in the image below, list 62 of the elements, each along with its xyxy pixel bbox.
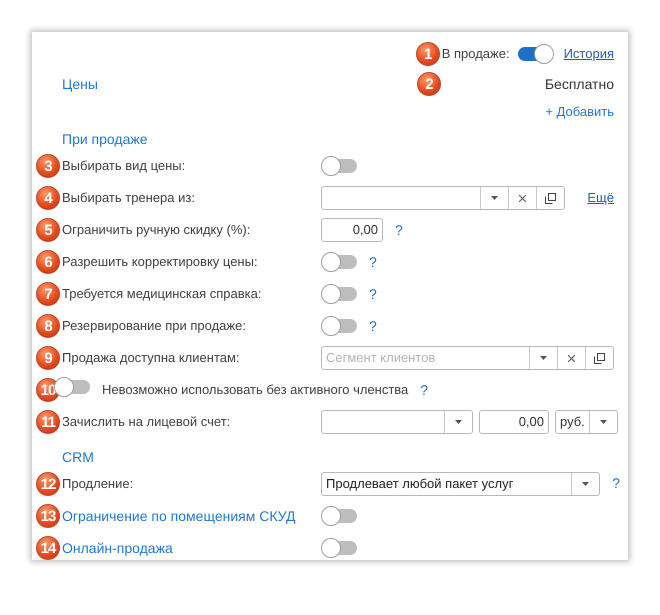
- number-badge: 11: [36, 410, 60, 434]
- currency-field[interactable]: руб.: [555, 410, 618, 434]
- toggle-switch[interactable]: [518, 47, 552, 61]
- number-badge: 13: [36, 504, 60, 528]
- close-icon: [568, 354, 575, 362]
- add-link[interactable]: + Добавить: [545, 102, 614, 122]
- toggle-switch[interactable]: [323, 255, 357, 269]
- help-link[interactable]: ?: [612, 475, 620, 491]
- number-badge: 7: [36, 282, 60, 306]
- prices-title: Цены: [62, 74, 98, 94]
- windows-icon: [594, 352, 605, 364]
- help-link[interactable]: ?: [369, 252, 377, 272]
- close-icon: [519, 194, 526, 202]
- help-link[interactable]: ?: [369, 316, 377, 336]
- more-link[interactable]: Ещё: [587, 188, 614, 208]
- price-value: Бесплатно: [544, 74, 614, 94]
- field-label: Разрешить корректировку цены:: [62, 253, 258, 272]
- caret-icon: [455, 420, 462, 424]
- toggle-switch[interactable]: [323, 287, 357, 301]
- field-label: Продление:: [62, 475, 134, 494]
- field-label: Резервирование при продаже:: [62, 317, 246, 336]
- number-badge: 14: [36, 536, 60, 560]
- account-combo-field[interactable]: [321, 410, 473, 434]
- field-label: Ограничить ручную скидку (%):: [62, 221, 250, 240]
- on-sale-label: В продаже:: [442, 45, 510, 64]
- number-badge: 3: [36, 154, 60, 178]
- field-label: Ограничение по помещениям СКУД: [62, 506, 296, 526]
- number-badge: 12: [36, 472, 60, 496]
- help-link[interactable]: ?: [395, 220, 403, 240]
- field-label: Выбирать тренера из:: [62, 189, 195, 208]
- caret-icon: [540, 356, 547, 360]
- field-label: Выбирать вид цены:: [62, 157, 186, 176]
- number-badge: 6: [36, 250, 60, 274]
- number-field[interactable]: 0,00: [321, 218, 383, 242]
- history-link[interactable]: История: [564, 44, 614, 64]
- field-label: Онлайн-продажа: [62, 538, 173, 558]
- number-badge: 1: [416, 42, 440, 66]
- field-label: Продажа доступна клиентам:: [62, 349, 240, 368]
- field-label: Требуется медицинская справка:: [62, 285, 262, 304]
- windows-icon: [545, 192, 556, 204]
- toggle-switch[interactable]: [323, 509, 357, 523]
- caret-icon: [491, 196, 498, 200]
- number-badge: 8: [36, 314, 60, 338]
- number-badge: 4: [36, 186, 60, 210]
- field-label: Зачислить на лицевой счет:: [62, 413, 230, 432]
- select-field[interactable]: Продлевает любой пакет услуг: [321, 472, 600, 496]
- caret-icon: [582, 482, 590, 486]
- section-title: CRM: [62, 448, 94, 467]
- combo-field[interactable]: [321, 186, 566, 210]
- number-badge: 2: [417, 72, 441, 96]
- section-title: При продаже: [62, 130, 148, 149]
- toggle-switch[interactable]: [56, 380, 90, 394]
- field-label: Невозможно использовать без активного членства: [102, 381, 408, 400]
- number-badge: 5: [36, 218, 60, 242]
- help-link[interactable]: ?: [369, 284, 377, 304]
- toggle-switch[interactable]: [323, 319, 357, 333]
- amount-field[interactable]: 0,00: [479, 410, 549, 434]
- toggle-switch[interactable]: [323, 541, 357, 555]
- help-link[interactable]: ?: [420, 380, 428, 400]
- number-badge: 9: [36, 346, 60, 370]
- caret-icon: [600, 420, 607, 424]
- toggle-switch[interactable]: [323, 159, 357, 173]
